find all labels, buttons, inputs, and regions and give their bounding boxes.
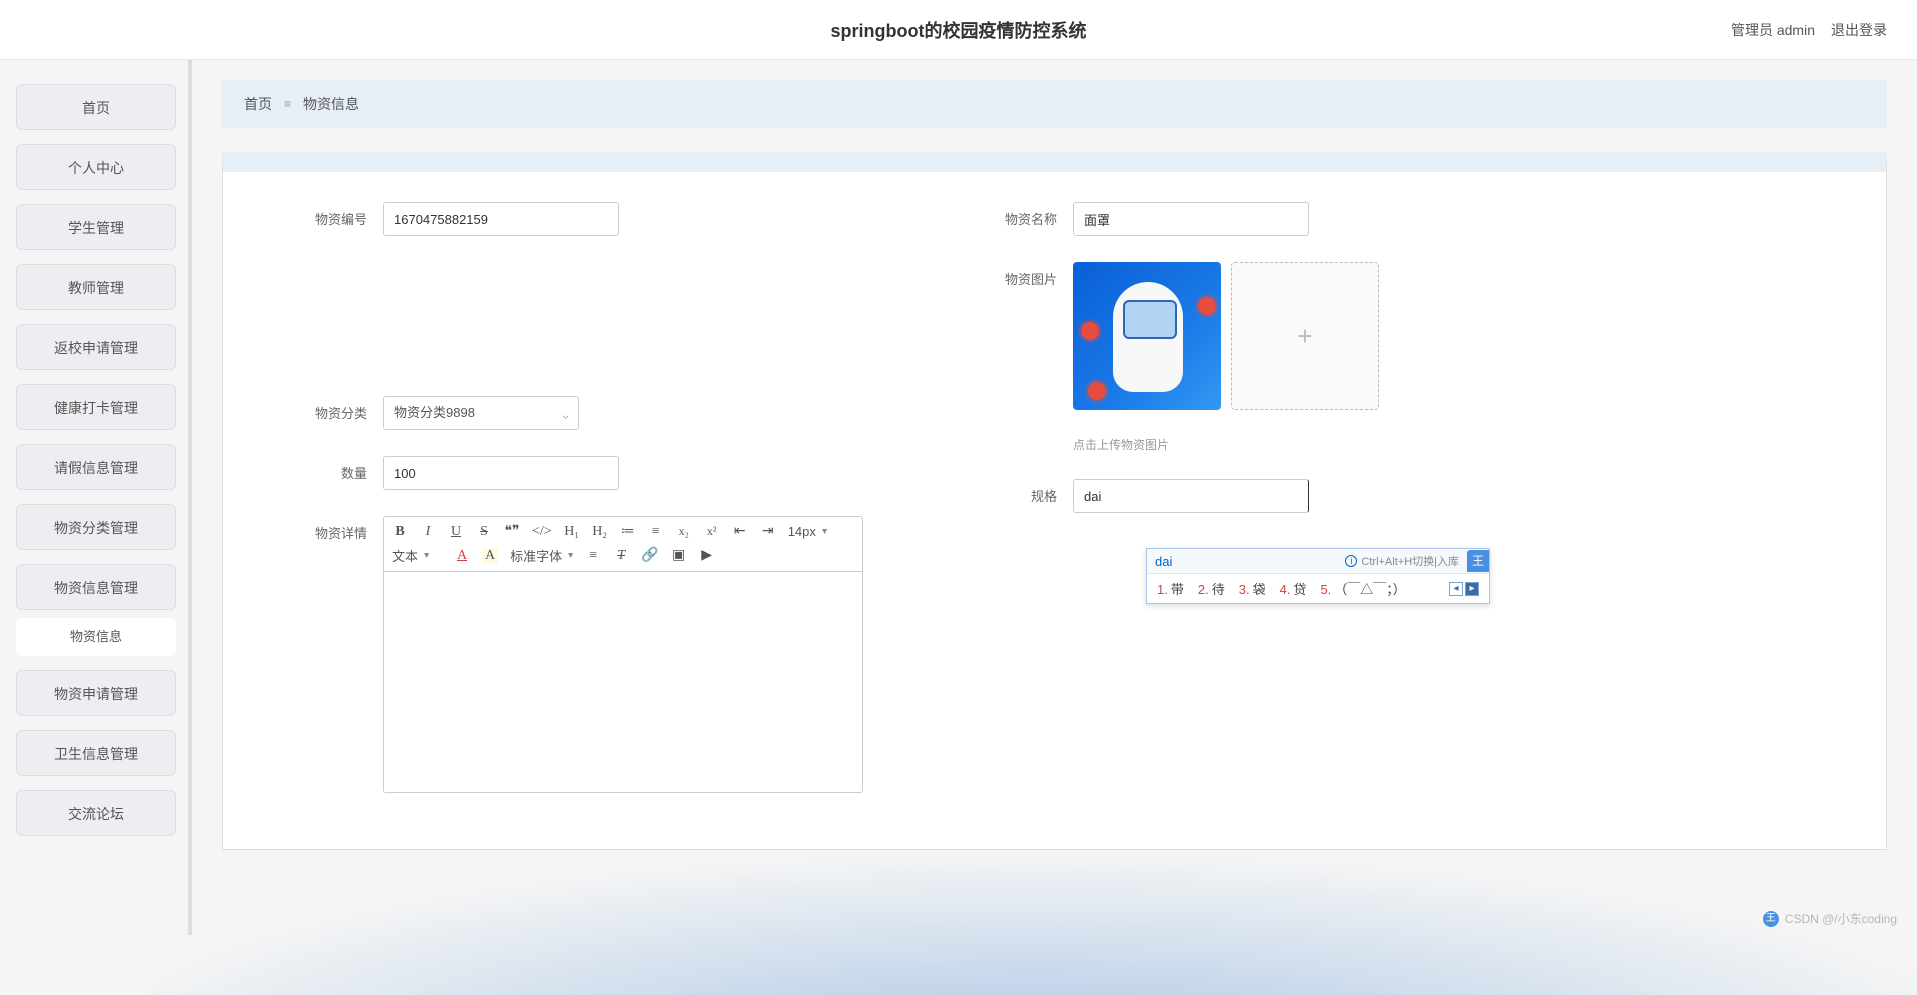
quote-icon[interactable]: ❝❞ [504, 523, 520, 540]
sidebar-item-supplies[interactable]: 物资信息管理 [16, 564, 176, 610]
spec-label: 规格 [983, 479, 1073, 505]
qty-label: 数量 [293, 456, 383, 482]
sidebar: 首页 个人中心 学生管理 教师管理 返校申请管理 健康打卡管理 请假信息管理 物… [0, 60, 192, 935]
upload-button[interactable]: + [1231, 262, 1379, 410]
uploaded-image[interactable] [1073, 262, 1221, 410]
ime-popup: dai i Ctrl+Alt+H切换|入库 王 1.带 2.待 3.袋 4.贷 … [1146, 548, 1490, 604]
breadcrumb-sep-icon: ≡ [284, 97, 291, 111]
plus-icon: + [1297, 321, 1312, 352]
sidebar-item-category[interactable]: 物资分类管理 [16, 504, 176, 550]
name-input[interactable] [1073, 202, 1309, 236]
fontfamily-select[interactable]: 标准字体 [510, 546, 573, 565]
indent-icon[interactable]: ⇥ [760, 523, 776, 540]
bgcolor-icon[interactable]: A [482, 548, 498, 564]
color-icon[interactable]: A [454, 548, 470, 564]
sidebar-item-health-check[interactable]: 健康打卡管理 [16, 384, 176, 430]
ol-icon[interactable]: ≔ [620, 523, 636, 540]
textstyle-select[interactable]: 文本 [392, 546, 442, 565]
sidebar-item-leave[interactable]: 请假信息管理 [16, 444, 176, 490]
sidebar-item-forum[interactable]: 交流论坛 [16, 790, 176, 836]
ime-shortcut: Ctrl+Alt+H切换|入库 [1361, 553, 1459, 569]
image-label: 物资图片 [983, 262, 1073, 288]
logout-link[interactable]: 退出登录 [1831, 20, 1887, 40]
qty-input[interactable] [383, 456, 619, 490]
code-icon[interactable]: </> [532, 524, 552, 540]
sidebar-item-profile[interactable]: 个人中心 [16, 144, 176, 190]
ul-icon[interactable]: ≡ [648, 524, 664, 540]
fontsize-select[interactable]: 14px [788, 524, 838, 539]
sidebar-item-teachers[interactable]: 教师管理 [16, 264, 176, 310]
info-icon: i [1345, 555, 1357, 567]
sidebar-item-hygiene[interactable]: 卫生信息管理 [16, 730, 176, 776]
ime-next-icon[interactable]: ▸ [1465, 582, 1479, 596]
bold-icon[interactable]: B [392, 524, 408, 540]
strike-icon[interactable]: S [476, 524, 492, 540]
ime-prev-icon[interactable]: ◂ [1449, 582, 1463, 596]
ime-candidate[interactable]: 1.带 [1157, 579, 1184, 598]
italic-icon[interactable]: I [420, 524, 436, 540]
sidebar-item-students[interactable]: 学生管理 [16, 204, 176, 250]
ime-typed: dai [1155, 554, 1172, 569]
subscript-icon[interactable]: x₂ [676, 524, 692, 539]
video-icon[interactable]: ▶ [699, 547, 715, 564]
category-label: 物资分类 [293, 396, 383, 422]
watermark-badge-icon: 王 [1763, 911, 1779, 927]
breadcrumb-current: 物资信息 [303, 94, 359, 114]
sidebar-subitem-supplies-info[interactable]: 物资信息 [16, 618, 176, 656]
superscript-icon[interactable]: x² [704, 524, 720, 539]
category-select[interactable]: 物资分类9898 [383, 396, 579, 430]
breadcrumb-home[interactable]: 首页 [244, 94, 272, 114]
ime-badge-icon: 王 [1467, 550, 1489, 572]
sidebar-item-return-apply[interactable]: 返校申请管理 [16, 324, 176, 370]
ime-candidate[interactable]: 3.袋 [1239, 579, 1266, 598]
align-icon[interactable]: ≡ [585, 548, 601, 564]
sidebar-item-apply[interactable]: 物资申请管理 [16, 670, 176, 716]
ime-candidate[interactable]: 5.（￣△￣；） [1320, 579, 1405, 598]
sidebar-item-home[interactable]: 首页 [16, 84, 176, 130]
ime-candidate[interactable]: 2.待 [1198, 579, 1225, 598]
name-label: 物资名称 [983, 202, 1073, 228]
h2-icon[interactable]: H₂ [592, 524, 608, 540]
clear-icon[interactable]: T [613, 548, 629, 564]
rich-editor[interactable]: B I U S ❝❞ </> H₁ H₂ ≔ ≡ x₂ [383, 516, 863, 793]
watermark: 王 CSDN @/小东coding [1763, 910, 1897, 927]
page-title: springboot的校园疫情防控系统 [831, 17, 1087, 43]
link-icon[interactable]: 🔗 [641, 547, 658, 564]
breadcrumb: 首页 ≡ 物资信息 [222, 80, 1887, 128]
detail-label: 物资详情 [293, 516, 383, 542]
code-label: 物资编号 [293, 202, 383, 228]
image-icon[interactable]: ▣ [671, 547, 687, 564]
editor-body[interactable] [384, 572, 862, 792]
underline-icon[interactable]: U [448, 524, 464, 540]
spec-input[interactable] [1073, 479, 1309, 513]
h1-icon[interactable]: H₁ [564, 524, 580, 540]
user-label[interactable]: 管理员 admin [1731, 20, 1815, 40]
code-input[interactable] [383, 202, 619, 236]
ime-candidate[interactable]: 4.贷 [1280, 579, 1307, 598]
outdent-icon[interactable]: ⇤ [732, 523, 748, 540]
upload-hint: 点击上传物资图片 [1073, 436, 1379, 453]
